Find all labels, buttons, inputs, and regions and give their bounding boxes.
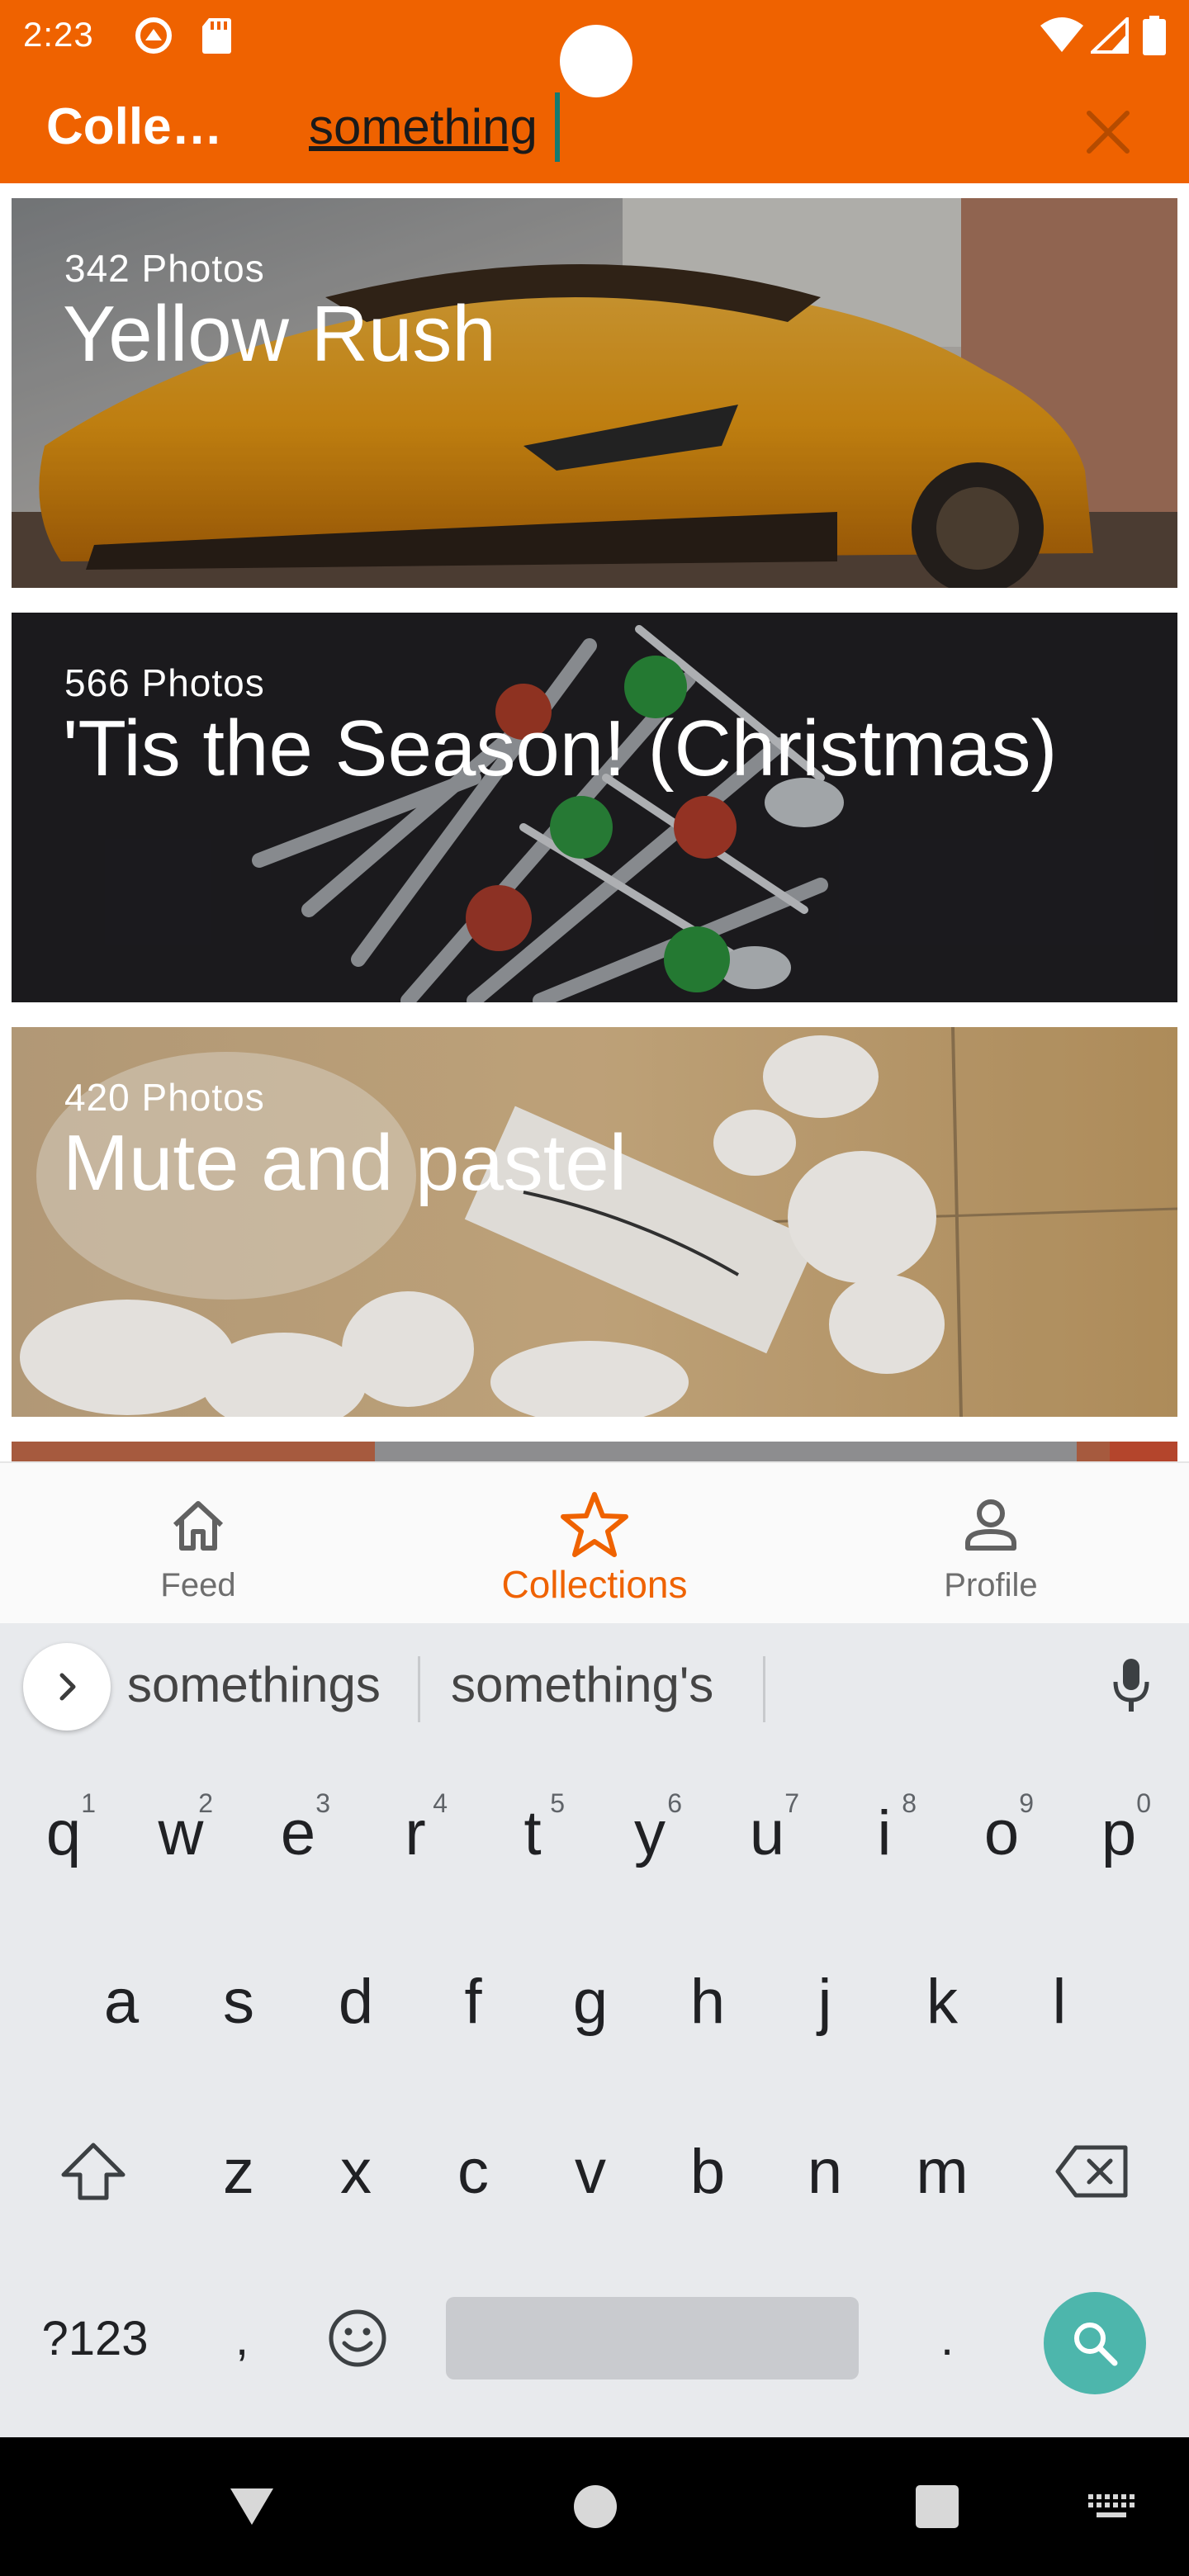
space-key[interactable] bbox=[446, 2297, 859, 2379]
photo-count: 566 Photos bbox=[64, 661, 265, 704]
key-a[interactable]: a bbox=[68, 1935, 175, 2067]
key-e[interactable]: e3 bbox=[244, 1767, 352, 1899]
home-circle-icon bbox=[574, 2485, 617, 2528]
chevron-right-icon bbox=[59, 1673, 76, 1701]
recents-square-icon bbox=[916, 2485, 959, 2528]
key-q[interactable]: q1 bbox=[10, 1767, 117, 1899]
home-button[interactable] bbox=[550, 2437, 641, 2576]
collections-list[interactable]: 342 Photos Yellow Rush 566 Photos 'Tis t… bbox=[0, 183, 1189, 1461]
status-time: 2:23 bbox=[23, 15, 94, 54]
microphone-icon bbox=[1113, 1659, 1149, 1712]
nav-label: Feed bbox=[160, 1567, 236, 1603]
wifi-icon bbox=[1037, 15, 1087, 56]
key-p[interactable]: p0 bbox=[1065, 1767, 1172, 1899]
symbols-key[interactable]: ?123 bbox=[25, 2272, 165, 2404]
nav-item-feed[interactable]: Feed bbox=[0, 1463, 396, 1625]
search-action-key[interactable] bbox=[1044, 2292, 1146, 2394]
key-z[interactable]: z bbox=[185, 2105, 292, 2237]
search-box[interactable] bbox=[309, 91, 986, 162]
touch-indicator bbox=[560, 25, 632, 97]
key-b[interactable]: b bbox=[654, 2105, 761, 2237]
back-triangle-icon bbox=[230, 2488, 273, 2525]
collection-title: 'Tis the Season! (Christmas) bbox=[63, 704, 1058, 793]
suggestion-divider bbox=[418, 1656, 420, 1722]
photo-count: 342 Photos bbox=[64, 247, 265, 290]
suggestion-strip: somethings something's bbox=[0, 1623, 1189, 1749]
key-n[interactable]: n bbox=[771, 2105, 879, 2237]
keyboard-switch-button[interactable] bbox=[1073, 2437, 1148, 2576]
comma-key[interactable]: , bbox=[188, 2272, 296, 2404]
key-w[interactable]: w2 bbox=[127, 1767, 234, 1899]
key-o[interactable]: o9 bbox=[948, 1767, 1055, 1899]
key-f[interactable]: f bbox=[419, 1935, 527, 2067]
key-g[interactable]: g bbox=[537, 1935, 644, 2067]
bottom-navigation: Feed Collections Profile bbox=[0, 1461, 1189, 1623]
app-bar: 2:23 Colle… bbox=[0, 0, 1189, 183]
nav-item-profile[interactable]: Profile bbox=[793, 1463, 1189, 1625]
key-y[interactable]: y6 bbox=[596, 1767, 703, 1899]
nav-label: Profile bbox=[944, 1567, 1038, 1603]
emoji-key[interactable] bbox=[304, 2272, 411, 2404]
page-title: Colle… bbox=[46, 98, 223, 155]
keyboard: q1 w2 e3 r4 t5 y6 u7 i8 o9 p0 a s d f g … bbox=[0, 1749, 1189, 2437]
suggestion-divider bbox=[763, 1656, 765, 1722]
suggestion-item[interactable]: somethings bbox=[127, 1656, 381, 1713]
key-u[interactable]: u7 bbox=[713, 1767, 821, 1899]
back-button[interactable] bbox=[206, 2437, 297, 2576]
shift-icon bbox=[61, 2143, 126, 2200]
key-j[interactable]: j bbox=[771, 1935, 879, 2067]
collection-cover-image bbox=[12, 1442, 1177, 1461]
key-x[interactable]: x bbox=[302, 2105, 410, 2237]
signal-icon bbox=[1090, 15, 1130, 56]
keyboard-icon bbox=[1088, 2494, 1135, 2517]
emoji-icon bbox=[329, 2309, 386, 2367]
key-m[interactable]: m bbox=[888, 2105, 996, 2237]
backspace-key[interactable] bbox=[1039, 2105, 1146, 2237]
search-icon bbox=[1074, 2323, 1118, 2366]
home-icon bbox=[168, 1488, 228, 1562]
period-key[interactable]: . bbox=[893, 2272, 1001, 2404]
photo-count: 420 Photos bbox=[64, 1076, 265, 1119]
collection-card[interactable]: 342 Photos Yellow Rush bbox=[12, 198, 1177, 588]
vpn-circle-icon bbox=[132, 15, 175, 56]
clear-search-button[interactable] bbox=[1073, 97, 1143, 167]
key-s[interactable]: s bbox=[185, 1935, 292, 2067]
key-d[interactable]: d bbox=[302, 1935, 410, 2067]
star-icon bbox=[559, 1488, 630, 1562]
key-h[interactable]: h bbox=[654, 1935, 761, 2067]
backspace-icon bbox=[1055, 2145, 1128, 2198]
key-t[interactable]: t5 bbox=[479, 1767, 586, 1899]
nav-label: Collections bbox=[501, 1563, 688, 1606]
person-icon bbox=[961, 1488, 1021, 1562]
key-l[interactable]: l bbox=[1006, 1935, 1113, 2067]
collection-card[interactable] bbox=[12, 1442, 1177, 1461]
recents-button[interactable] bbox=[892, 2437, 983, 2576]
key-i[interactable]: i8 bbox=[831, 1767, 938, 1899]
battery-icon bbox=[1141, 15, 1168, 56]
voice-input-button[interactable] bbox=[1098, 1653, 1164, 1719]
nav-item-collections[interactable]: Collections bbox=[396, 1463, 793, 1625]
sd-card-icon bbox=[198, 15, 234, 56]
key-c[interactable]: c bbox=[419, 2105, 527, 2237]
shift-key[interactable] bbox=[40, 2105, 147, 2237]
key-k[interactable]: k bbox=[888, 1935, 996, 2067]
collection-title: Yellow Rush bbox=[63, 290, 496, 378]
key-r[interactable]: r4 bbox=[362, 1767, 469, 1899]
close-icon bbox=[1087, 111, 1130, 154]
suggestion-item[interactable]: something's bbox=[451, 1656, 713, 1713]
collection-card[interactable]: 420 Photos Mute and pastel bbox=[12, 1027, 1177, 1417]
collection-title: Mute and pastel bbox=[63, 1119, 628, 1207]
system-navigation-bar bbox=[0, 2437, 1189, 2576]
expand-toolbar-button[interactable] bbox=[23, 1643, 111, 1731]
collection-card[interactable]: 566 Photos 'Tis the Season! (Christmas) bbox=[12, 613, 1177, 1002]
text-cursor bbox=[555, 92, 560, 162]
search-input[interactable] bbox=[309, 91, 986, 162]
key-v[interactable]: v bbox=[537, 2105, 644, 2237]
